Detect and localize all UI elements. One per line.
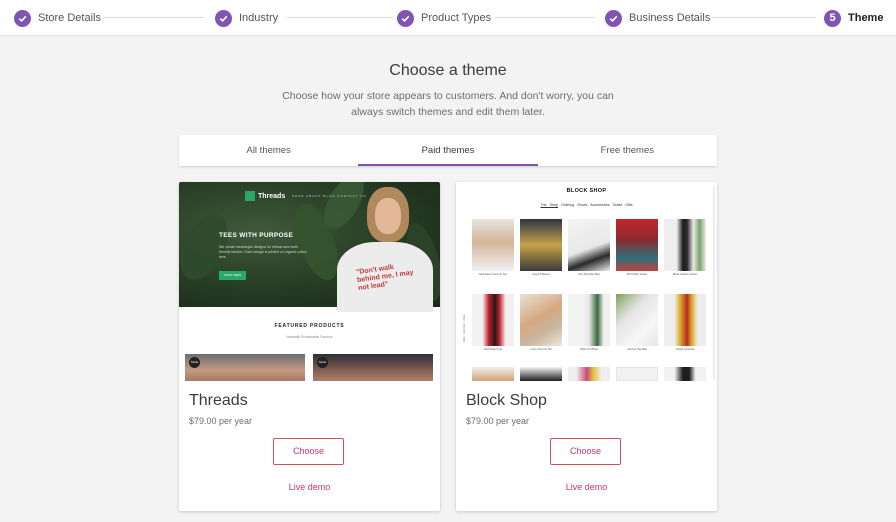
checkmark-icon [397,9,414,27]
product-image [568,294,610,346]
logo-mark-icon [245,191,255,201]
step-product-types[interactable]: Product Types [397,8,491,28]
step-label: Industry [239,12,279,24]
checkmark-icon [14,9,31,27]
product-image: SALE [313,354,433,381]
preview-nav: The Shop Clothing Shoes Accessories Outl… [540,203,633,207]
product-card: Plant Pot White [568,294,610,352]
product-image [664,367,706,381]
product-image [616,367,658,381]
preview-headline: TEES WITH PURPOSE [219,232,294,239]
page-title: Choose a theme [389,62,507,79]
product-card [472,367,514,381]
choose-button[interactable]: Choose [273,438,344,465]
step-connector [104,17,204,18]
checkmark-icon [605,9,622,27]
preview-body: We create meaningful designs for ethical… [219,245,307,259]
product-image [568,219,610,271]
product-card [616,367,658,381]
page-subtitle: Choose how your store appears to custome… [282,90,614,118]
step-connector [712,17,816,18]
theme-preview-threads[interactable]: "Don't walk behind me, I may not lead" T… [179,182,440,381]
product-image [520,294,562,346]
sale-badge: SALE [189,357,200,368]
theme-price: $79.00 per year [466,416,530,426]
product-card: Red Wrap Coat [472,294,514,352]
step-connector [495,17,595,18]
featured-subtitle: Naturally Sustainable Fashion [286,335,333,339]
step-number: 5 [824,9,841,27]
product-image: SALE [185,354,305,381]
product-card [568,367,610,381]
product-card: Yellow Jumpsuit [664,294,706,352]
step-label: Business Details [629,12,711,24]
step-label: Product Types [421,12,492,24]
theme-preview-block-shop[interactable]: BLOCK SHOP The Shop Clothing Shoes Acces… [456,182,717,381]
live-demo-link[interactable]: Live demo [456,482,717,492]
sale-badge: SALE [317,357,328,368]
theme-filter-tabs: All themes Paid themes Free themes [179,135,717,166]
step-business-details[interactable]: Business Details [605,8,710,28]
step-theme[interactable]: 5 Theme [824,8,883,28]
product-card: Mini Shoulder Bag [568,219,610,277]
product-image [616,294,658,346]
product-image [472,294,514,346]
theme-name: Block Shop [466,392,547,409]
theme-card-block-shop: BLOCK SHOP The Shop Clothing Shoes Acces… [456,182,717,511]
product-image [472,367,514,381]
preview-shop-button: SHOP TEES [219,271,246,280]
product-image [664,294,706,346]
checkmark-icon [215,9,232,27]
product-image [568,367,610,381]
step-industry[interactable]: Industry [215,8,278,28]
theme-name: Threads [189,392,248,409]
choose-button[interactable]: Choose [550,438,621,465]
step-store-details[interactable]: Store Details [14,8,101,28]
product-card [520,367,562,381]
product-image [616,219,658,271]
setup-stepper: Store Details Industry Product Types Bus… [0,0,896,36]
threads-logo: Threads [245,191,285,201]
live-demo-link[interactable]: Live demo [179,482,440,492]
tab-paid-themes[interactable]: Paid themes [358,135,538,166]
product-image [664,219,706,271]
product-image [472,219,514,271]
product-card: Linen Summer Set [520,294,562,352]
theme-card-threads: "Don't walk behind me, I may not lead" T… [179,182,440,511]
tab-free-themes[interactable]: Free themes [538,135,717,166]
product-card: Black Leather Jacket [664,219,706,277]
step-label: Store Details [38,12,101,24]
preview-sidebar-text: Men · Women · Kids [462,314,466,342]
product-image [520,219,562,271]
theme-price: $79.00 per year [189,416,253,426]
product-card [664,367,706,381]
tab-all-themes[interactable]: All themes [179,135,358,166]
preview-store-title: BLOCK SHOP [566,188,607,194]
product-card: Canvas Tote Bag [616,294,658,352]
product-card: Red Puffer Jacket [616,219,658,277]
step-connector [287,17,393,18]
hero-image: "Don't walk behind me, I may not lead" T… [179,182,440,312]
step-label: Theme [848,12,884,24]
product-card: Graphic Beanie [520,219,562,277]
product-image [520,367,562,381]
preview-nav: SHOP ABOUT BLOG CONTACT US [292,194,367,198]
product-card: Sleeveless Summer Top [472,219,514,277]
featured-title: FEATURED PRODUCTS [274,323,345,329]
preview-scrollbar [713,186,715,380]
